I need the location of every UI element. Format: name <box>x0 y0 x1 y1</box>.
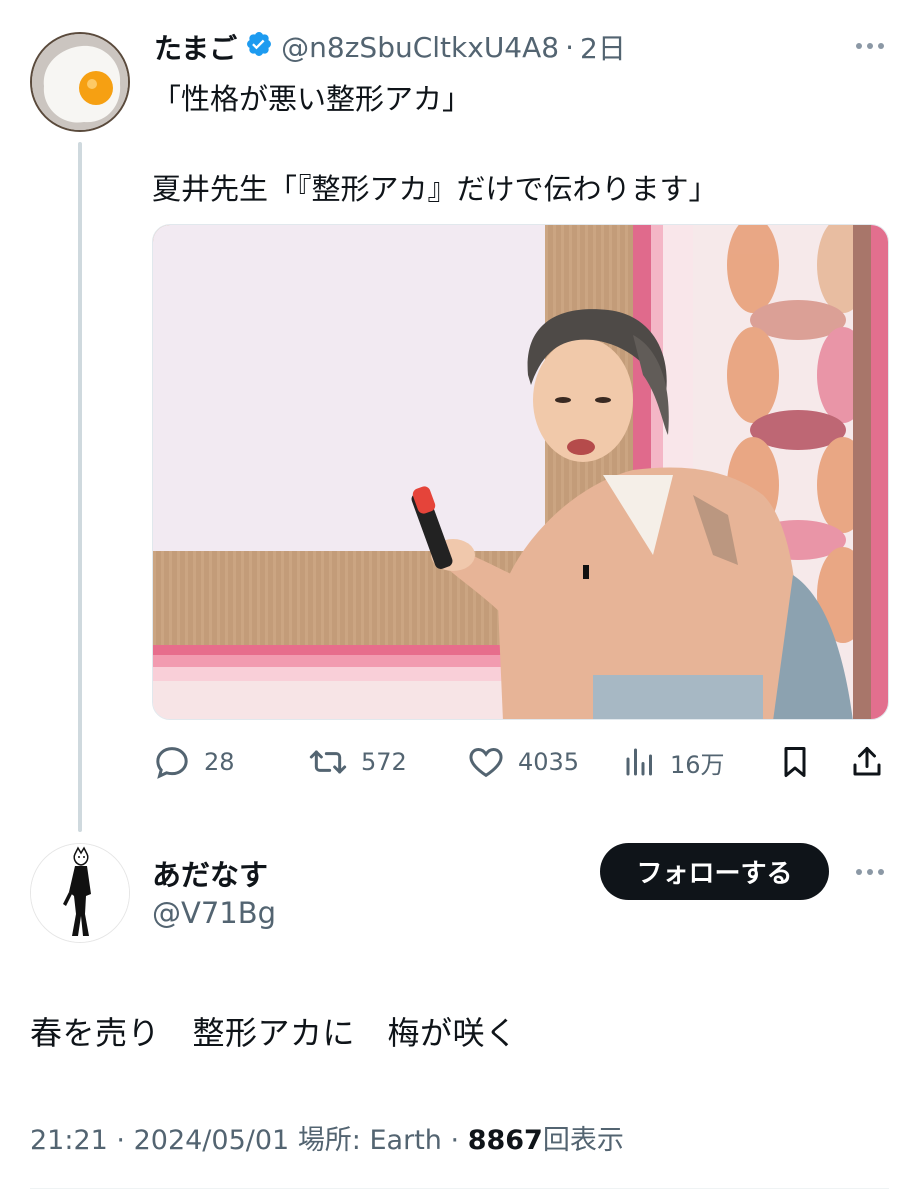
reply-display-name[interactable]: あだなす <box>152 852 268 894</box>
verified-badge-icon <box>245 30 273 65</box>
bookmark-button[interactable] <box>777 738 813 786</box>
views-count: 16万 <box>670 750 725 779</box>
reply-button[interactable]: 28 <box>152 738 235 786</box>
bookmark-icon <box>777 742 813 782</box>
like-count: 4035 <box>518 748 580 776</box>
more-options-icon[interactable] <box>850 36 890 56</box>
like-icon <box>466 742 506 782</box>
views-suffix: 回表示 <box>542 1125 624 1156</box>
location: 場所: Earth <box>297 1125 442 1156</box>
tweet-action-bar: 28 572 4035 16万 <box>152 738 889 786</box>
share-icon <box>849 742 885 782</box>
retweet-button[interactable]: 572 <box>307 738 407 786</box>
divider <box>30 1188 889 1189</box>
reply-tweet-text: 春を売り 整形アカに 梅が咲く <box>30 1014 518 1052</box>
reply-count: 28 <box>204 748 235 776</box>
separator-dot: · <box>116 1125 125 1156</box>
separator-dot: · <box>450 1125 460 1156</box>
thread-connector-line <box>78 142 82 832</box>
reply-handle[interactable]: @V71Bg <box>152 896 276 930</box>
follow-button[interactable]: フォローする <box>600 843 829 900</box>
retweet-icon <box>307 742 349 782</box>
post-time[interactable]: 21:21 <box>30 1125 108 1156</box>
tweet-text-line1: 「性格が悪い整形アカ」 <box>152 82 472 116</box>
avatar-adanasu[interactable] <box>30 843 130 943</box>
like-button[interactable]: 4035 <box>466 738 579 786</box>
views-total[interactable]: 8867 <box>468 1125 543 1156</box>
share-button[interactable] <box>849 738 885 786</box>
handle[interactable]: @n8zSbuCltkxU4A8 <box>281 31 559 64</box>
tweet-media-image[interactable] <box>152 224 889 720</box>
more-options-icon[interactable] <box>850 862 890 882</box>
reply-icon <box>152 742 192 782</box>
cat-figure-avatar-image <box>31 844 129 942</box>
fried-egg-avatar-image <box>32 34 128 130</box>
retweet-count: 572 <box>361 748 407 776</box>
post-date[interactable]: 2024/05/01 <box>134 1125 290 1156</box>
views-button[interactable]: 16万 <box>622 738 725 786</box>
original-tweet-header: たまご @n8zSbuCltkxU4A8 · 2日 <box>154 26 626 68</box>
tweet-text-line2: 夏井先生「『整形アカ』だけで伝わります」 <box>152 172 718 206</box>
separator-dot: · <box>565 30 574 64</box>
avatar-tamago[interactable] <box>30 32 130 132</box>
tweet-meta: 21:21 · 2024/05/01 場所: Earth · 8867回表示 <box>30 1118 624 1157</box>
views-icon <box>622 742 658 782</box>
timestamp[interactable]: 2日 <box>580 27 626 67</box>
display-name[interactable]: たまご <box>154 27 237 67</box>
